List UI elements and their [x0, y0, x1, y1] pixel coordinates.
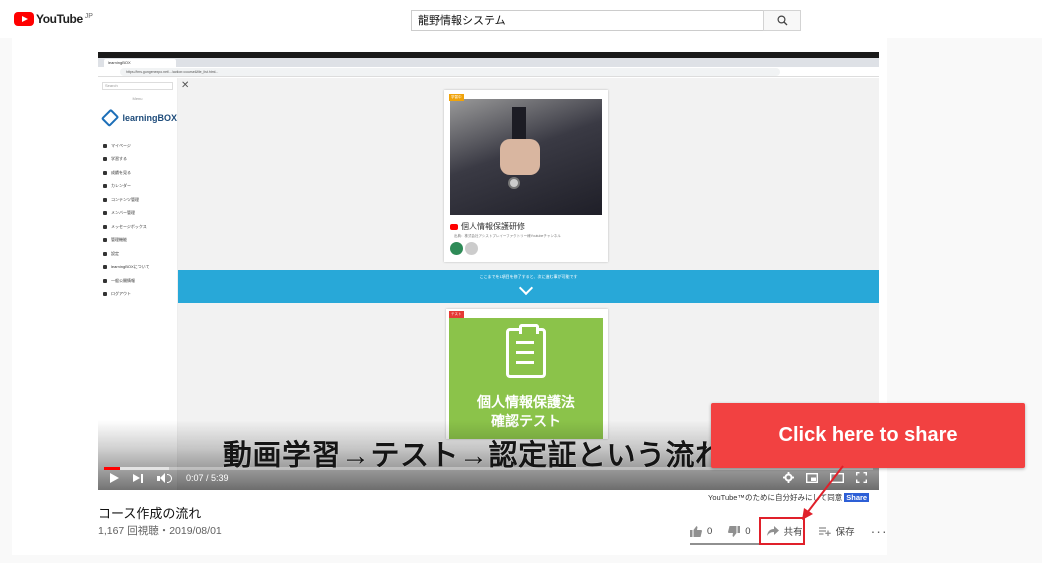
menu-item-icon: [103, 184, 107, 189]
menu-item-icon: [103, 197, 107, 202]
course-source: 出典：株式会社アシストプレイーファクトリー様Youtubeチャンネル: [454, 234, 561, 238]
youtube-logo[interactable]: YouTube JP: [14, 12, 93, 26]
video-title: コース作成の流れ: [98, 506, 202, 521]
menu-item-icon: [103, 251, 107, 256]
menu-item-icon: [103, 224, 107, 229]
like-button[interactable]: 0: [690, 525, 713, 537]
cube-icon: [100, 108, 120, 128]
course-thumbnail: [450, 99, 602, 215]
sentiment-bar: [690, 543, 760, 545]
time-display: 0:07 / 5:39: [186, 473, 229, 483]
fullscreen-icon[interactable]: [856, 472, 867, 483]
lms-menu-item: ログアウト: [98, 288, 177, 302]
lms-logo-text: learningBOX: [122, 113, 177, 123]
play-button[interactable]: [110, 473, 119, 483]
menu-item-icon: [103, 143, 107, 148]
search-input[interactable]: 龍野情報システム: [411, 10, 763, 31]
browser-tab: learningBOX: [104, 59, 176, 67]
menu-item-icon: [103, 278, 107, 283]
dislike-button[interactable]: 0: [728, 525, 751, 537]
search-button[interactable]: [763, 10, 801, 31]
user-icon: [465, 242, 478, 255]
lms-menu-item: 成績を見る: [98, 166, 177, 180]
lms-menu-label: Menu: [132, 96, 143, 101]
lms-menu-item: メッセージボックス: [98, 220, 177, 234]
lms-logo: learningBOX: [100, 108, 177, 128]
volume-button[interactable]: [157, 473, 172, 483]
test-title-line1: 個人情報保護法: [477, 394, 575, 410]
youtube-icon: [450, 223, 458, 230]
top-bar: YouTube JP 龍野情報システム: [0, 0, 1042, 38]
browser-url: https://lms.gungenexpo.net/.../action=co…: [120, 68, 780, 76]
menu-item-icon: [103, 292, 107, 297]
lms-menu-item: メンバー管理: [98, 207, 177, 221]
course-card-video: 学習中 個人情報保護研修 出典：株式会社アシストプレイーファクトリー様Youtu…: [444, 90, 608, 262]
youtube-play-icon: [14, 12, 34, 26]
progress-banner: ここまでを1項目を修了すると、次に進む事が可能です: [178, 270, 879, 303]
course-badges: [450, 242, 478, 255]
menu-item-icon: [103, 238, 107, 243]
share-callout: Click here to share: [711, 403, 1025, 468]
menu-item-icon: [103, 211, 107, 216]
logo-text: YouTube: [36, 12, 83, 26]
status-badge: テスト: [449, 311, 464, 318]
callout-arrow-icon: [802, 465, 844, 520]
status-badge: 学習中: [449, 94, 464, 101]
chevron-down-icon: [518, 280, 534, 296]
thumbs-down-icon: [728, 525, 741, 537]
lms-menu-item: 学習する: [98, 153, 177, 167]
clipboard-icon: [506, 324, 546, 378]
like-count: 0: [707, 525, 713, 537]
thumbs-up-icon: [690, 525, 702, 537]
lms-menu-item: マイページ: [98, 139, 177, 153]
next-button[interactable]: [133, 473, 143, 483]
region-label: JP: [84, 12, 93, 20]
lms-menu-item: 一般公開情報: [98, 274, 177, 288]
course-title: 個人情報保護研修: [450, 221, 525, 232]
lms-menu-item: 管理機能: [98, 234, 177, 248]
more-options-icon[interactable]: ···: [871, 523, 888, 539]
menu-item-icon: [103, 265, 107, 270]
browser-tabbar: learningBOX: [98, 58, 879, 67]
search-icon: [776, 15, 787, 26]
chart-icon: [450, 242, 463, 255]
search-bar: 龍野情報システム: [411, 10, 801, 31]
menu-item-icon: [103, 157, 107, 162]
dislike-count: 0: [745, 525, 751, 537]
lms-search-box: Search: [102, 82, 173, 90]
lms-menu-item: カレンダー: [98, 180, 177, 194]
lms-menu-item: コンテンツ管理: [98, 193, 177, 207]
lms-menu-item: 設定: [98, 247, 177, 261]
close-icon: ✕: [181, 80, 190, 91]
browser-address-bar: https://lms.gungenexpo.net/.../action=co…: [98, 67, 879, 77]
video-meta: 1,167 回視聴・2019/08/01: [98, 525, 222, 537]
menu-item-icon: [103, 170, 107, 175]
lms-menu-item: learningBOXについて: [98, 261, 177, 275]
callout-text: Click here to share: [778, 424, 958, 446]
banner-text: ここまでを1項目を修了すると、次に進む事が可能です: [479, 274, 578, 279]
